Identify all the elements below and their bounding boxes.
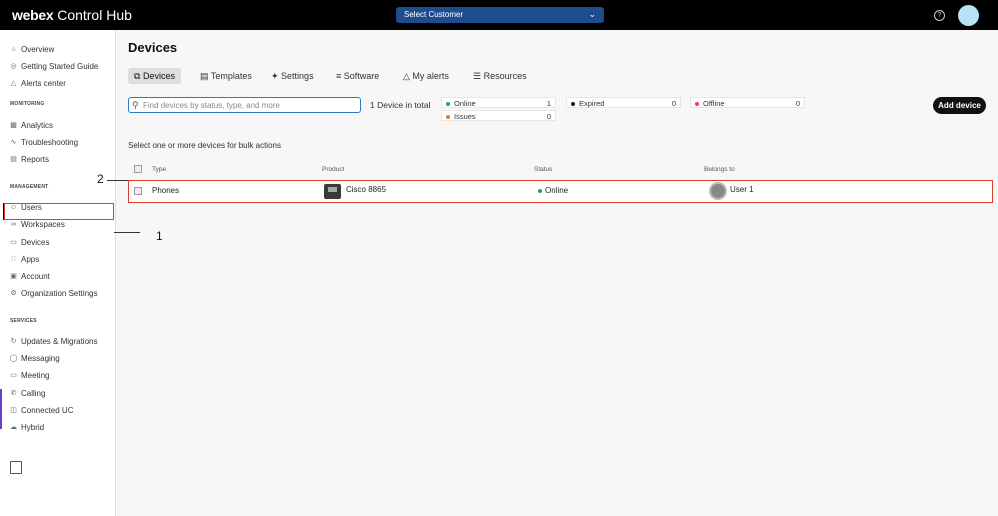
tab-devices[interactable]: ⧉ Devices bbox=[128, 68, 181, 84]
desk-phone-icon bbox=[324, 184, 341, 199]
sidebar-item-apps[interactable]: ∷ Apps bbox=[9, 252, 39, 266]
tab-software[interactable]: ≡ Software bbox=[330, 68, 385, 84]
pulse-icon: ∿ bbox=[10, 138, 17, 146]
chart-icon: ▩ bbox=[10, 121, 17, 129]
row-status: Online bbox=[545, 186, 569, 195]
sidebar-item-organization-settings[interactable]: ⚙ Organization Settings bbox=[9, 286, 97, 300]
row-belongs-to[interactable]: User 1 bbox=[730, 185, 754, 194]
sidebar-item-updates-migrations[interactable]: ↻ Updates & Migrations bbox=[9, 334, 98, 348]
column-type[interactable]: Type bbox=[152, 166, 166, 173]
row-checkbox[interactable] bbox=[134, 187, 142, 195]
building-icon[interactable] bbox=[10, 461, 22, 474]
gear-icon: ⚙ bbox=[10, 289, 17, 297]
stat-online[interactable]: Online 1 bbox=[441, 97, 556, 108]
sidebar-item-alerts-center[interactable]: △ Alerts center bbox=[9, 76, 66, 90]
add-device-button[interactable]: Add device bbox=[933, 97, 986, 114]
online-dot-icon bbox=[446, 101, 450, 106]
stat-offline[interactable]: Offline 0 bbox=[690, 97, 805, 108]
tab-settings[interactable]: ✦ Settings bbox=[265, 68, 320, 84]
status-online-dot-icon bbox=[538, 189, 542, 193]
row-product[interactable]: Cisco 8865 bbox=[346, 185, 386, 194]
home-icon: ⌂ bbox=[11, 45, 16, 53]
device-search-input[interactable]: ⚲ Find devices by status, type, and more bbox=[128, 97, 361, 113]
expired-dot-icon bbox=[571, 101, 575, 106]
document-icon: ▤ bbox=[10, 155, 17, 163]
compass-icon: ◎ bbox=[10, 62, 17, 70]
callout-1: 1 bbox=[156, 229, 163, 243]
database-icon: ◫ bbox=[10, 406, 17, 414]
stat-expired[interactable]: Expired 0 bbox=[566, 97, 681, 108]
section-monitoring: MONITORING bbox=[10, 101, 45, 107]
sidebar-item-connected-uc[interactable]: ◫ Connected UC bbox=[9, 403, 73, 417]
chat-icon: ◯ bbox=[9, 354, 18, 362]
refresh-icon: ↻ bbox=[10, 337, 17, 345]
section-management: MANAGEMENT bbox=[10, 184, 49, 190]
brand-logo[interactable]: webex Control Hub bbox=[12, 7, 132, 23]
row-type: Phones bbox=[152, 186, 180, 195]
sidebar-item-meeting[interactable]: ▭ Meeting bbox=[9, 368, 49, 382]
sidebar-item-reports[interactable]: ▤ Reports bbox=[9, 152, 49, 166]
sidebar-item-troubleshooting[interactable]: ∿ Troubleshooting bbox=[9, 135, 79, 149]
sidebar-item-overview[interactable]: ⌂ Overview bbox=[9, 42, 54, 56]
customer-select[interactable]: Select Customer ⌄ bbox=[396, 7, 604, 23]
device-total: 1 Device in total bbox=[370, 100, 431, 110]
issues-dot-icon bbox=[446, 114, 450, 119]
account-icon: ▣ bbox=[10, 272, 17, 280]
tab-my-alerts[interactable]: △ My alerts bbox=[397, 68, 455, 84]
section-services: SERVICES bbox=[10, 318, 37, 324]
column-status[interactable]: Status bbox=[534, 166, 552, 173]
calling-accent-bar bbox=[0, 389, 2, 429]
tab-resources[interactable]: ☰ Resources bbox=[467, 68, 533, 84]
sidebar-item-calling[interactable]: ✆ Calling bbox=[9, 386, 46, 400]
sidebar-item-messaging[interactable]: ◯ Messaging bbox=[9, 351, 60, 365]
select-all-checkbox[interactable] bbox=[134, 165, 142, 173]
bell-icon: △ bbox=[10, 79, 17, 87]
cloud-icon: ☁ bbox=[10, 423, 17, 431]
workspaces-icon: ∞ bbox=[11, 220, 16, 228]
sidebar-item-devices[interactable]: ▭ Devices bbox=[9, 235, 49, 249]
column-product[interactable]: Product bbox=[322, 166, 344, 173]
sidebar-item-getting-started[interactable]: ◎ Getting Started Guide bbox=[9, 59, 98, 73]
customer-select-label: Select Customer bbox=[404, 10, 464, 19]
chevron-down-icon: ⌄ bbox=[588, 9, 596, 19]
phone-icon: ✆ bbox=[10, 389, 17, 397]
search-icon: ⚲ bbox=[132, 100, 139, 110]
column-belongs-to[interactable]: Belongs to bbox=[704, 166, 735, 173]
user-avatar-icon bbox=[709, 182, 727, 200]
apps-icon: ∷ bbox=[11, 255, 16, 263]
callout-2-line bbox=[107, 180, 128, 181]
tab-templates[interactable]: ▤ Templates bbox=[194, 68, 258, 84]
meeting-icon: ▭ bbox=[10, 371, 17, 379]
devices-highlight-box bbox=[4, 203, 114, 220]
devices-icon: ▭ bbox=[10, 238, 17, 246]
top-bar: webex Control Hub Select Customer ⌄ ? bbox=[0, 0, 998, 30]
help-icon[interactable]: ? bbox=[934, 10, 945, 21]
callout-1-line bbox=[114, 232, 140, 233]
offline-dot-icon bbox=[695, 101, 699, 106]
sidebar-item-hybrid[interactable]: ☁ Hybrid bbox=[9, 420, 44, 434]
page-title: Devices bbox=[128, 40, 178, 55]
sidebar-item-analytics[interactable]: ▩ Analytics bbox=[9, 118, 53, 132]
user-avatar[interactable] bbox=[958, 5, 979, 26]
sidebar-item-account[interactable]: ▣ Account bbox=[9, 269, 50, 283]
bulk-actions-hint: Select one or more devices for bulk acti… bbox=[128, 141, 281, 150]
callout-2: 2 bbox=[97, 172, 104, 186]
stat-issues[interactable]: Issues 0 bbox=[441, 110, 556, 121]
